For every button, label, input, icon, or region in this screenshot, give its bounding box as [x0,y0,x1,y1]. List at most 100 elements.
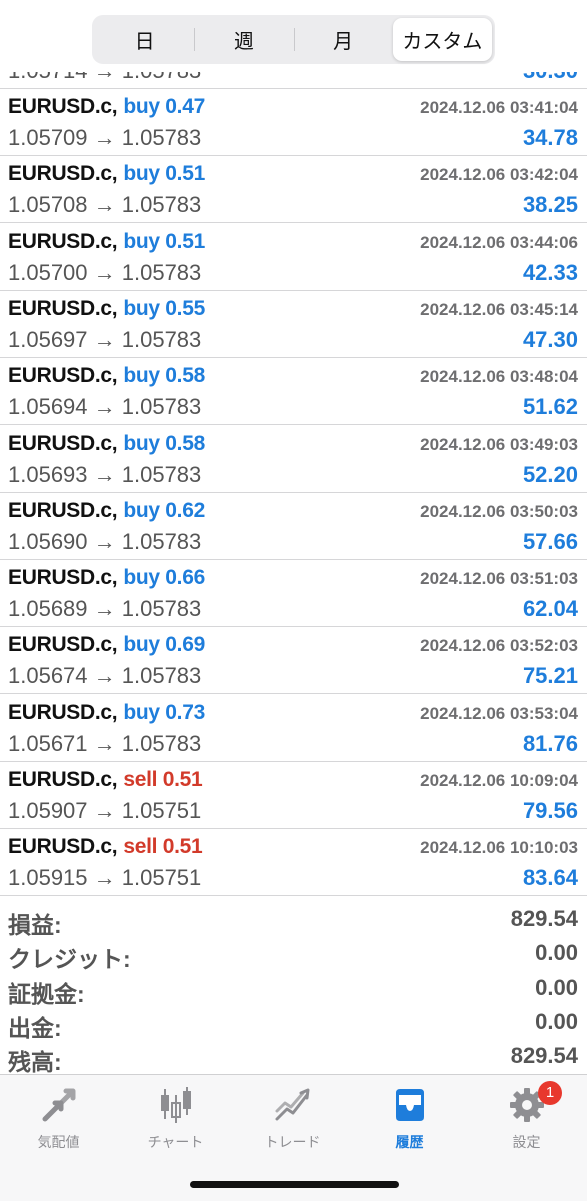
symbol-name: EURUSD.c, [8,297,118,320]
symbol-name: EURUSD.c, [8,499,118,522]
trade-symbol: EURUSD.c, buy 0.69 [8,633,205,657]
summary-balance: 残高: 829.54 [0,1041,587,1075]
trade-time: 2024.12.06 03:48:04 [420,367,578,386]
trade-prices: 1.05694 → 1.05783 [8,394,202,419]
segment-month[interactable]: 月 [293,18,393,61]
tab-label: 気配値 [37,1134,80,1150]
segment-custom[interactable]: カスタム [392,18,492,61]
trade-side-volume: buy 0.51 [123,162,205,185]
summary-value: 829.54 [510,906,578,931]
trade-prices: 1.05674 → 1.05783 [8,663,202,688]
trade-time: 2024.12.06 03:51:03 [420,569,578,588]
trade-profit: 47.30 [522,327,578,352]
trade-time: 2024.12.06 03:44:06 [420,233,578,252]
table-row[interactable]: EURUSD.c, buy 0.62 2024.12.06 03:50:03 1.05… [0,493,587,560]
trade-symbol: EURUSD.c, buy 0.55 [8,297,205,321]
trade-side-volume: buy 0.51 [123,230,205,253]
table-row[interactable]: EURUSD.c, buy 0.51 2024.12.06 03:44:06 1.05… [0,224,587,291]
period-header: 日 週 月 カスタム [0,0,587,72]
table-row[interactable]: EURUSD.c, buy 0.51 2024.12.06 03:42:04 1.05… [0,156,587,223]
tab-label: 設定 [512,1134,541,1150]
tab-chart[interactable]: チャート [117,1085,234,1155]
trade-prices: 1.05915 → 1.05751 [8,865,202,890]
trade-side-volume: sell 0.51 [123,835,203,858]
tab-settings[interactable]: 1 設定 [468,1081,585,1155]
tab-quotes[interactable]: 気配値 [0,1085,117,1155]
symbol-name: EURUSD.c, [8,566,118,589]
trade-prices: 1.05689 → 1.05783 [8,596,202,621]
trade-symbol: EURUSD.c, buy 0.66 [8,566,205,590]
trade-side-volume: buy 0.62 [123,499,205,522]
summary-label: 証拠金: [8,981,85,1007]
tab-label: トレード [264,1134,321,1150]
table-row[interactable]: EURUSD.c, sell 0.51 2024.12.06 10:09:04 1.0… [0,762,587,829]
symbol-name: EURUSD.c, [8,768,118,791]
tab-history[interactable]: 履歴 [351,1085,468,1155]
history-inbox-icon [395,1089,424,1121]
trade-time: 2024.12.06 03:52:03 [420,636,578,655]
trade-profit: 79.56 [522,798,578,823]
trade-profit: 81.76 [522,731,578,756]
trade-time: 2024.12.06 03:50:03 [420,502,578,521]
trade-profit: 62.04 [522,596,578,621]
candlestick-chart-icon [160,1087,191,1123]
trade-symbol: EURUSD.c, buy 0.62 [8,499,205,523]
summary-value: 829.54 [510,1043,578,1068]
table-row[interactable]: EURUSD.c, buy 0.66 2024.12.06 03:51:03 1.05… [0,560,587,627]
symbol-name: EURUSD.c, [8,633,118,656]
segment-day[interactable]: 日 [95,18,194,61]
trade-symbol: EURUSD.c, buy 0.51 [8,230,205,254]
trade-symbol: EURUSD.c, buy 0.51 [8,162,205,186]
segment-week[interactable]: 週 [194,18,293,61]
trade-side-volume: buy 0.58 [123,364,205,387]
table-row[interactable]: EURUSD.c, buy 0.58 2024.12.06 03:48:04 1.05… [0,358,587,425]
period-segmented-control: 日 週 月 カスタム [92,15,495,64]
trade-time: 2024.12.06 03:49:03 [420,435,578,454]
trade-prices: 1.05690 → 1.05783 [8,529,202,554]
symbol-name: EURUSD.c, [8,432,118,455]
table-row[interactable]: EURUSD.c, buy 0.58 2024.12.06 03:49:03 1.05… [0,426,587,493]
trade-symbol: EURUSD.c, buy 0.47 [8,95,205,119]
tab-label: 履歴 [395,1134,424,1150]
trade-side-volume: buy 0.55 [123,297,205,320]
trade-side-volume: buy 0.58 [123,432,205,455]
trade-symbol: EURUSD.c, buy 0.58 [8,432,205,456]
summary-margin: 証拠金: 0.00 [0,973,587,1007]
trade-trend-icon [275,1088,309,1121]
trade-symbol: EURUSD.c, buy 0.58 [8,364,205,388]
table-row[interactable]: EURUSD.c, sell 0.51 2024.12.06 10:10:03 1.0… [0,829,587,896]
home-indicator [190,1181,399,1188]
symbol-name: EURUSD.c, [8,364,118,387]
trade-time: 2024.12.06 03:45:14 [420,300,578,319]
table-row[interactable]: EURUSD.c, buy 0.47 2024.12.06 03:41:04 1.05… [0,89,587,156]
trade-profit: 83.64 [522,865,578,890]
table-row[interactable]: EURUSD.c, buy 0.55 2024.12.06 03:45:14 1.05… [0,291,587,358]
trade-profit: 34.78 [522,125,578,150]
trade-time: 2024.12.06 03:41:04 [420,98,578,117]
trade-profit: 51.62 [522,394,578,419]
trade-side-volume: buy 0.66 [123,566,205,589]
trade-prices: 1.05907 → 1.05751 [8,798,202,823]
table-row[interactable]: EURUSD.c, buy 0.69 2024.12.06 03:52:03 1.05… [0,627,587,694]
trade-profit: 42.33 [522,260,578,285]
trade-profit: 75.21 [522,663,578,688]
tab-label: チャート [147,1134,204,1150]
trade-prices: 1.05708 → 1.05783 [8,192,202,217]
tab-trade[interactable]: トレード [234,1085,351,1155]
quotes-arrows-icon [42,1088,75,1122]
table-row[interactable]: EURUSD.c, buy 0.73 2024.12.06 03:53:04 1.05… [0,695,587,762]
trade-time: 2024.12.06 03:42:04 [420,165,578,184]
symbol-name: EURUSD.c, [8,701,118,724]
summary-label: 残高: [8,1049,62,1075]
symbol-name: EURUSD.c, [8,835,118,858]
trade-prices: 1.05671 → 1.05783 [8,731,202,756]
trade-time: 2024.12.06 10:10:03 [420,838,578,857]
trade-profit: 57.66 [522,529,578,554]
trade-side-volume: buy 0.47 [123,95,205,118]
trade-side-volume: buy 0.69 [123,633,205,656]
symbol-name: EURUSD.c, [8,162,118,185]
trade-profit: 38.25 [522,192,578,217]
symbol-name: EURUSD.c, [8,230,118,253]
trade-profit: 52.20 [522,462,578,487]
trade-side-volume: buy 0.73 [123,701,205,724]
